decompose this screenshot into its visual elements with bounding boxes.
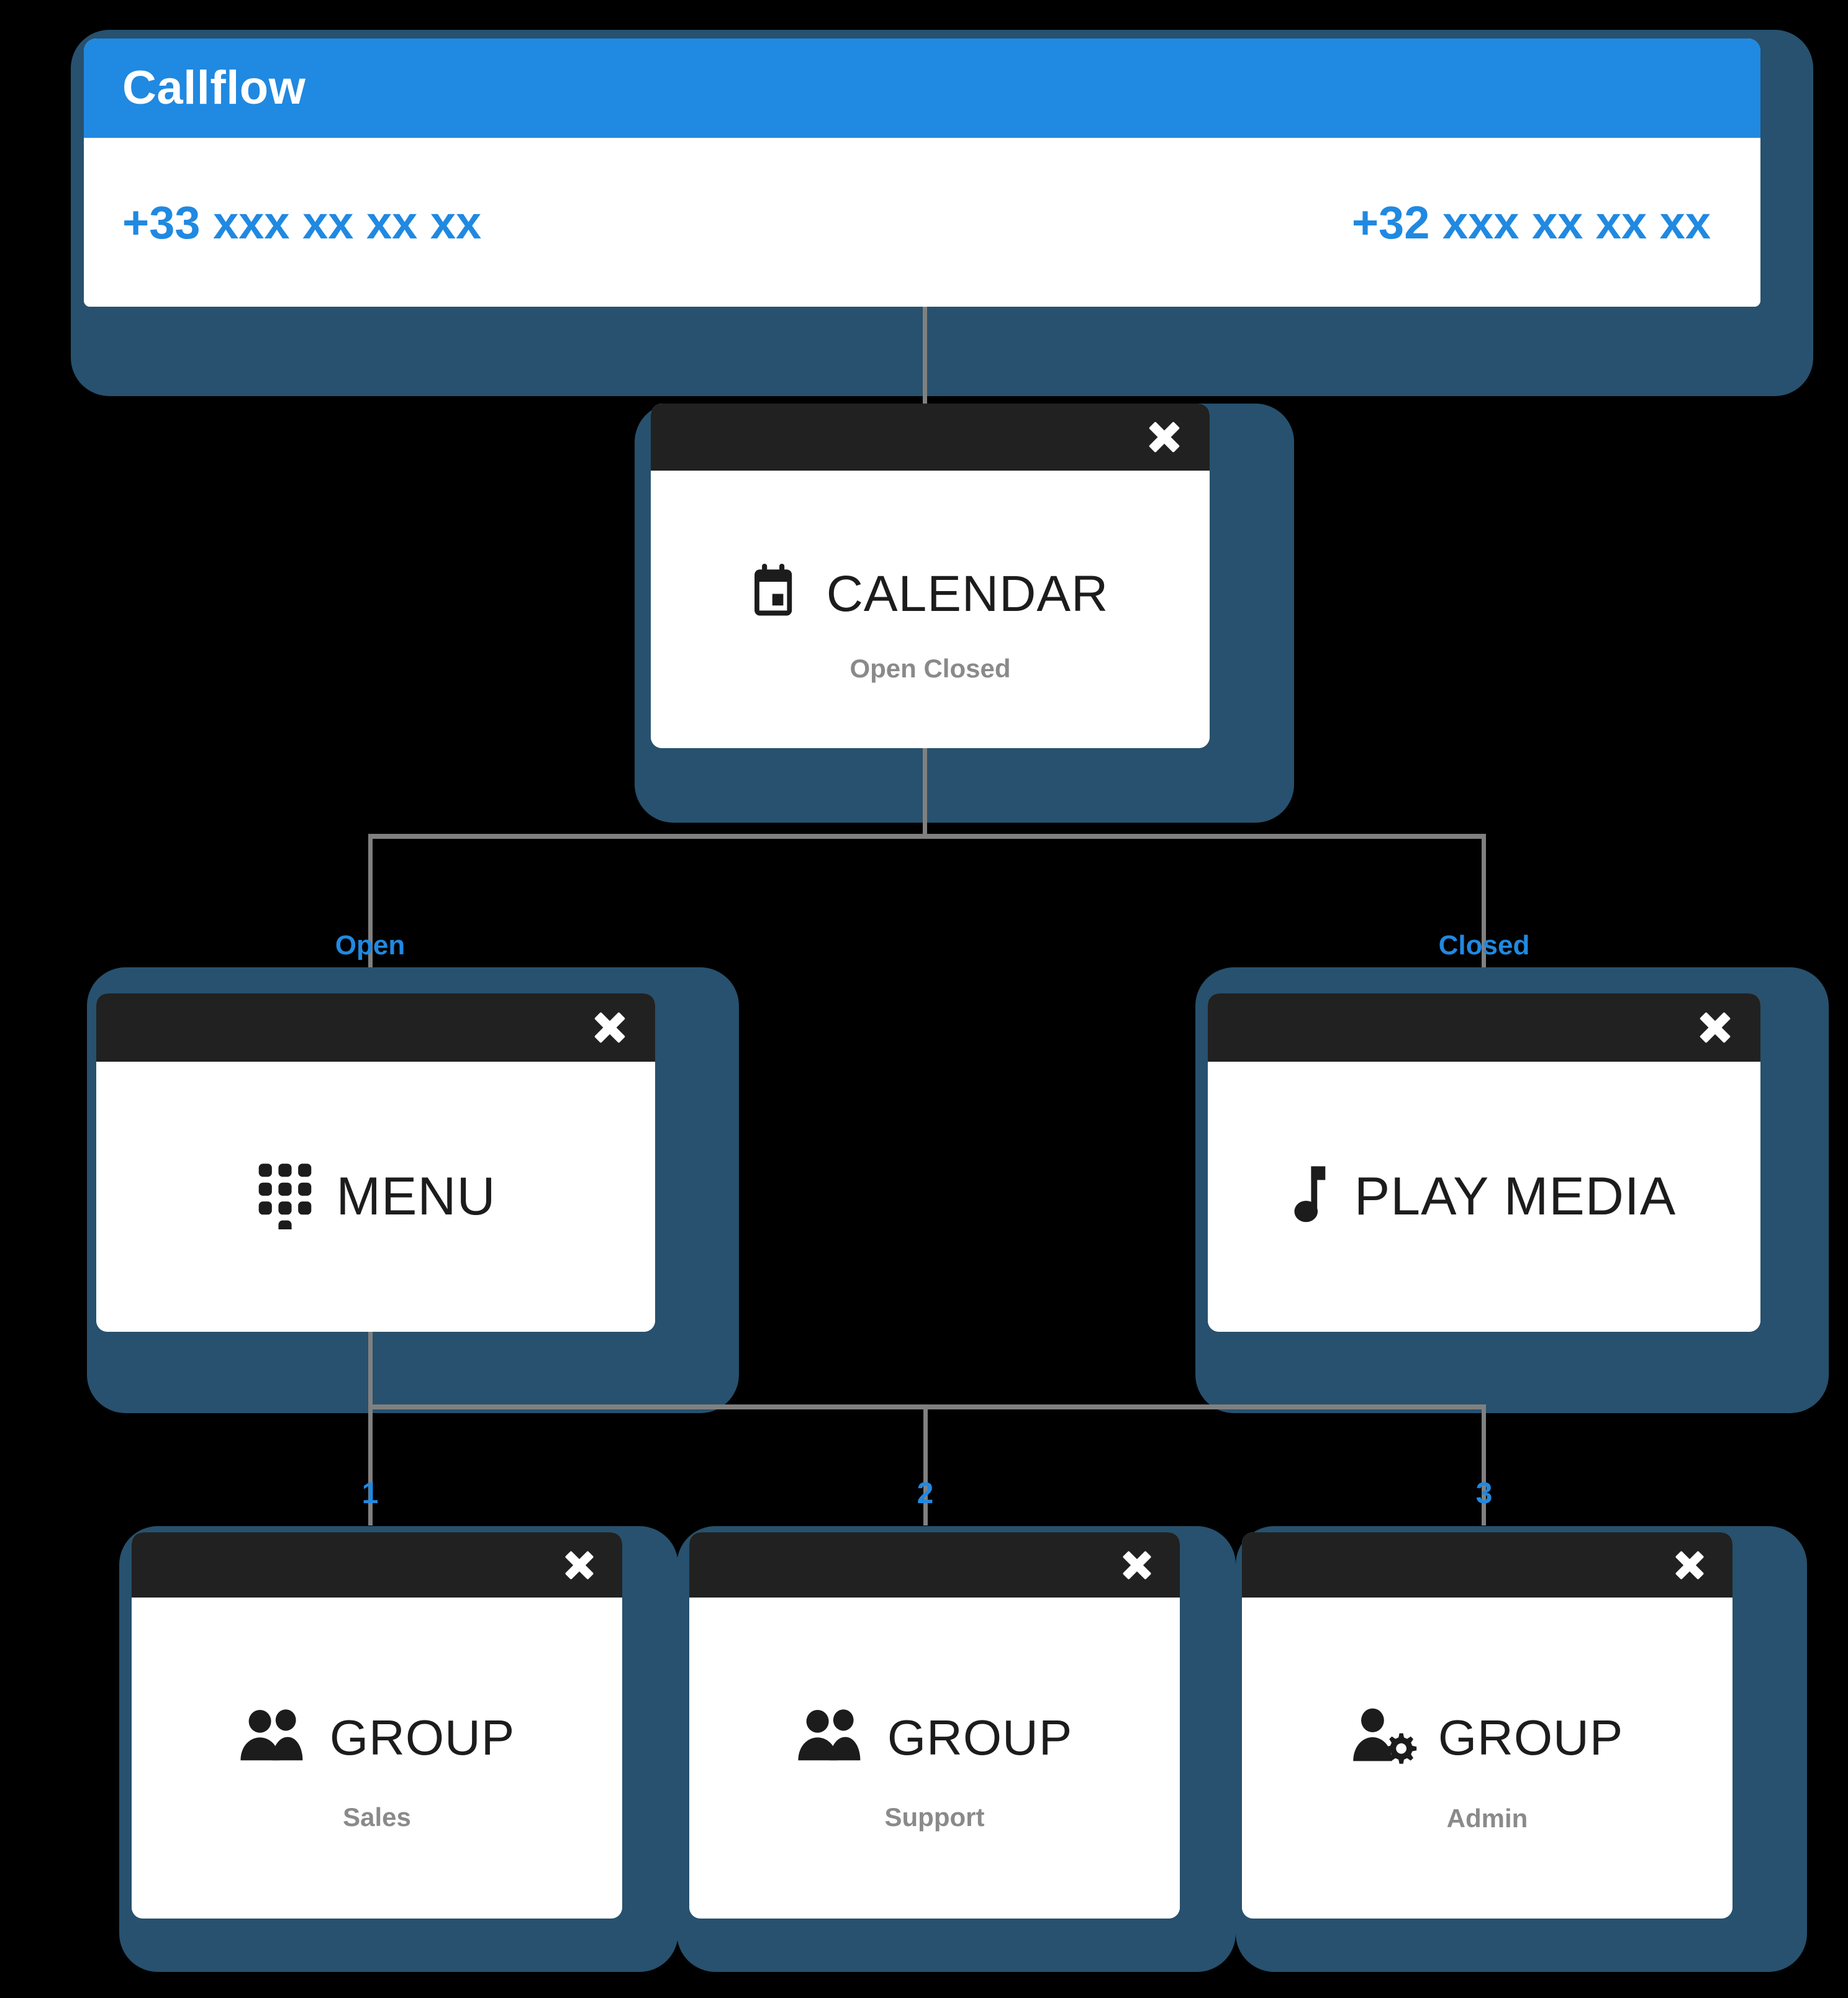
close-icon[interactable] — [1146, 419, 1182, 455]
node-group-support[interactable]: GROUP Support — [689, 1532, 1180, 1919]
phone-number-2[interactable]: +32 xxx xx xx xx — [1352, 196, 1711, 249]
group-admin-label: GROUP — [1438, 1709, 1624, 1765]
close-icon[interactable] — [592, 1010, 628, 1046]
node-group-admin[interactable]: GROUP Admin — [1242, 1532, 1732, 1919]
edge-label-closed: Closed — [1438, 930, 1530, 961]
group-sales-node-header — [132, 1532, 622, 1598]
calendar-node-header — [651, 404, 1210, 471]
music-note-icon — [1292, 1165, 1329, 1229]
edge-label-open: Open — [335, 930, 405, 961]
callflow-root-card[interactable]: Callflow +33 xxx xx xx xx +32 xxx xx xx … — [84, 38, 1760, 307]
calendar-icon — [752, 564, 805, 624]
group-admin-node-header — [1242, 1532, 1732, 1598]
close-icon[interactable] — [563, 1548, 596, 1582]
menu-node-body: MENU — [96, 1062, 655, 1332]
callflow-canvas: Callflow +33 xxx xx xx xx +32 xxx xx xx … — [0, 0, 1848, 1998]
group-sales-label: GROUP — [329, 1709, 515, 1765]
connector-calendar-bar — [368, 834, 1486, 839]
node-play-media[interactable]: PLAY MEDIA — [1208, 993, 1760, 1332]
calendar-node-body: CALENDAR Open Closed — [651, 471, 1210, 748]
close-icon[interactable] — [1673, 1548, 1706, 1582]
group-sales-node-body: GROUP Sales — [132, 1598, 622, 1919]
callflow-numbers: +33 xxx xx xx xx +32 xxx xx xx xx — [84, 138, 1760, 307]
calendar-sublabel: Open Closed — [849, 654, 1011, 683]
group-support-sublabel: Support — [884, 1802, 985, 1832]
group-support-label: GROUP — [887, 1709, 1073, 1765]
connector-menu-stem — [368, 1332, 373, 1406]
menu-node-header — [96, 993, 655, 1062]
menu-label: MENU — [336, 1167, 496, 1226]
playmedia-node-body: PLAY MEDIA — [1208, 1062, 1760, 1332]
group-support-node-body: GROUP Support — [689, 1598, 1180, 1919]
playmedia-label: PLAY MEDIA — [1354, 1167, 1677, 1226]
dialpad-icon — [255, 1161, 315, 1234]
group-admin-node-body: GROUP Admin — [1242, 1598, 1732, 1919]
group-admin-sublabel: Admin — [1446, 1804, 1528, 1833]
user-gear-icon — [1351, 1707, 1423, 1768]
node-menu[interactable]: MENU — [96, 993, 655, 1332]
close-icon[interactable] — [1697, 1010, 1733, 1046]
group-support-node-header — [689, 1532, 1180, 1598]
close-icon[interactable] — [1120, 1548, 1154, 1582]
edge-label-option-2: 2 — [917, 1477, 934, 1510]
edge-label-option-1: 1 — [361, 1477, 379, 1510]
page-title: Callflow — [122, 61, 306, 114]
node-group-sales[interactable]: GROUP Sales — [132, 1532, 622, 1919]
phone-number-1[interactable]: +33 xxx xx xx xx — [122, 196, 481, 249]
edge-label-option-3: 3 — [1475, 1477, 1493, 1510]
connector-root-to-calendar — [923, 307, 927, 406]
calendar-label: CALENDAR — [826, 565, 1109, 622]
playmedia-node-header — [1208, 993, 1760, 1062]
connector-calendar-stem — [923, 748, 927, 838]
people-icon — [239, 1709, 311, 1766]
group-sales-sublabel: Sales — [343, 1802, 411, 1832]
node-calendar[interactable]: CALENDAR Open Closed — [651, 404, 1210, 748]
people-icon — [797, 1709, 869, 1766]
callflow-header: Callflow — [84, 38, 1760, 138]
